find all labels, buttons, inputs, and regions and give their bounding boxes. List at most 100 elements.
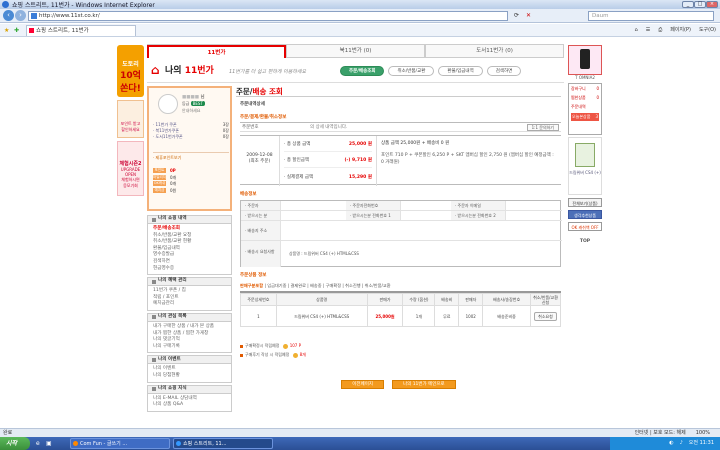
menu-item[interactable]: 11번가 쿠폰 / 칩 (153, 288, 226, 295)
quick-recent[interactable]: 오늘본상품 3 (571, 113, 599, 121)
cell-product-name[interactable]: 드림위버 CS4 (+) HTML&CSS (275, 305, 368, 327)
sidebar: ■■■■ 님 등급 BEST 안내하세요 · 11번가 쿠폰 3장 · 북11번가… (147, 86, 232, 428)
recommend-button[interactable]: 생각추천상품 (568, 210, 602, 219)
home-icon[interactable]: ⌂ (635, 27, 638, 33)
quick-wish[interactable]: 찜한상품 0 (571, 95, 599, 101)
page-icon (31, 13, 37, 19)
tab-refund[interactable]: 환불/입금내역 (438, 66, 483, 76)
minimize-button[interactable]: _ (682, 1, 694, 8)
table-header: 배송비 (434, 293, 460, 306)
menu-item[interactable]: 검색하면 (153, 259, 226, 266)
start-button[interactable]: 시작 (0, 437, 30, 450)
menu-item[interactable]: 현금영수증 (153, 266, 226, 273)
menu-item[interactable]: 내가 구매한 상품 / 내가 본 상품 (153, 324, 226, 331)
tray-icon[interactable]: ♪ (680, 437, 683, 450)
tab-search[interactable]: 검색하면 (486, 66, 522, 76)
zoom-level[interactable]: 100% (696, 429, 710, 437)
stat-row[interactable]: · 도서11번가쿠폰 0장 (153, 134, 229, 140)
tray-icon[interactable]: ◐ (669, 437, 673, 450)
delivery-key: · 배송지 주소 (241, 221, 281, 241)
search-input[interactable]: Daum (588, 11, 714, 21)
tab-11st[interactable]: 11번가 (147, 45, 286, 58)
ie-icon (176, 441, 181, 446)
tools-menu[interactable]: 도구(O) (699, 26, 716, 33)
feed-icon[interactable]: ☰ (646, 27, 650, 33)
app-icon (73, 441, 78, 446)
point-banner[interactable]: 포인트 받고 할인하세요 (117, 100, 144, 138)
okcashbag-button[interactable]: OK 캐쉬백 OFF (568, 222, 602, 231)
cell-seller[interactable]: 1002 (458, 305, 484, 327)
product-table: 주문상세번호 상품명 판매가 수량 (옵션) 배송비 판매자 배송사/송장번호 … (240, 291, 561, 327)
left-banner[interactable]: 도토리 10억 쏜다! 포인트 받고 할인하세요 체험시즌2 UPGRADE O… (117, 45, 144, 210)
prev-page-button[interactable]: 이전페이지 (341, 380, 384, 389)
my11-header: ⌂ 나의 11번가 11번가를 더 쉽고 편하게 이용하세요 주문/배송조회 취… (147, 58, 564, 83)
page-menu[interactable]: 페이지(P) (670, 26, 691, 33)
menu-item[interactable]: 나의 댓글기억 (153, 337, 226, 344)
phone-ad-label: T OMNIA2 (575, 75, 595, 80)
quicklaunch-desktop-icon[interactable]: ▣ (46, 440, 52, 447)
banner-amount: 10억 (120, 71, 141, 81)
task-item-active[interactable]: 쇼핑 스트리트, 11... (173, 438, 273, 449)
menu-group-title: 나의 이벤트 (148, 356, 231, 365)
task-item[interactable]: Com Fun - 글쓰기 ... (70, 438, 170, 449)
back-button[interactable]: ‹ (3, 10, 14, 21)
menu-item[interactable]: 취소/반품/교환 현황 (153, 239, 226, 246)
maximize-button[interactable]: □ (694, 1, 706, 8)
quick-orders[interactable]: 주문내역 (571, 104, 599, 110)
order-number-value: 의 상세 내역입니다. (310, 125, 348, 130)
table-header: 수량 (옵션) (402, 293, 436, 306)
quicklaunch-ie-icon[interactable]: e (36, 440, 40, 447)
delivery-key: · 배송시 요청사항 (241, 241, 281, 267)
banner-discount-text: 할인하세요 (121, 127, 140, 132)
bullet-icon (240, 353, 243, 357)
favorites-star-icon[interactable]: ★ (4, 27, 9, 34)
taskbar: 시작 e ▣ Com Fun - 글쓰기 ... 쇼핑 스트리트, 11... … (0, 437, 720, 450)
tab-dosul11st[interactable]: 도서11번가 (0) (425, 45, 564, 58)
refresh-icon[interactable]: ⟳ (514, 12, 519, 19)
print-icon[interactable]: ⎙ (658, 27, 662, 33)
recent-product[interactable]: 드림위버 CS4 (+) (568, 137, 602, 195)
menu-item[interactable]: 예치금관리 (153, 301, 226, 308)
menu-item[interactable]: 주문/배송조회 (153, 226, 226, 233)
url-field[interactable]: http://www.11st.co.kr/ (28, 11, 508, 21)
table-header: 주문상세번호 (240, 293, 277, 306)
cancel-request-button[interactable]: 취소요청 (534, 311, 557, 321)
coin-icon (292, 352, 298, 358)
profile-link[interactable]: 안내하세요 (182, 108, 200, 114)
tab-book11st[interactable]: 북11번가 (0) (286, 45, 425, 58)
top-tabs: 11번가 북11번가 (0) 도서11번가 (0) (147, 45, 564, 58)
top-link[interactable]: TOP (568, 239, 602, 244)
tab-bar: ★ ✚ 쇼핑 스트리트, 11번가 ⌂ ☰ ⎙ 페이지(P) 도구(O) (0, 24, 720, 37)
section-product-title: 주문상품 정보 (240, 273, 267, 278)
my11-title-b: 11번가 (184, 66, 214, 76)
add-favorite-icon[interactable]: ✚ (14, 27, 19, 34)
view-all-button[interactable]: 전체보기(상품) (568, 198, 602, 207)
order-status-legend: 판매구분포함 | 입금대기중 | 결제완료 | 배송중 | 구매확정 | 취소진… (240, 283, 391, 288)
my11-main-button[interactable]: 나의 11번가 메인으로 (391, 380, 456, 389)
menu-item[interactable]: 영수증발급 (153, 252, 226, 259)
quick-cart[interactable]: 장바구니 0 (571, 86, 599, 92)
bottom-buttons: 이전페이지 나의 11번가 메인으로 (236, 380, 561, 389)
phone-ad[interactable] (568, 45, 602, 75)
tab-cancel-return[interactable]: 취소/반품/교환 (388, 66, 435, 76)
menu-item[interactable]: 나의 이벤트 (153, 366, 226, 373)
menu-item[interactable]: 나의 구매기록 (153, 344, 226, 351)
season-banner[interactable]: 체험시즌2 UPGRADE OPEN 체험하시면 응모기회 (117, 141, 144, 196)
level-badge: BEST (190, 101, 205, 106)
forward-button[interactable]: › (15, 10, 26, 21)
tab-order-delivery[interactable]: 주문/배송조회 (340, 66, 385, 76)
my11-title-a: 나의 (165, 66, 182, 76)
menu-group-title: 나의 쇼핑 지식 (148, 385, 231, 394)
acorn-banner[interactable]: 도토리 10억 쏜다! (117, 45, 144, 97)
menu-group-title: 나의 혜택 관리 (148, 278, 231, 287)
affiliate-point-link[interactable]: · 제휴포인트보기 (153, 155, 181, 161)
right-quick-menu: T OMNIA2 장바구니 0 찜한상품 0 주문내역 오늘본상품 3 드림위버 CS… (568, 45, 602, 305)
note-row: 구매확정시 적립예정 107 P (240, 341, 561, 350)
coupon-stats: · 11번가 쿠폰 3장 · 북11번가쿠폰 0장 · 도서11번가쿠폰 0장 (153, 122, 229, 140)
menu-item[interactable]: 나의 당첨현황 (153, 373, 226, 380)
inquiry-button[interactable]: 1:1 문의하기 (526, 124, 559, 131)
close-window-button[interactable]: × (706, 1, 718, 8)
stop-icon[interactable]: ✕ (526, 12, 531, 19)
browser-tab[interactable]: 쇼핑 스트리트, 11번가 (26, 25, 136, 36)
menu-item[interactable]: 나의 상품 Q&A (153, 402, 226, 409)
